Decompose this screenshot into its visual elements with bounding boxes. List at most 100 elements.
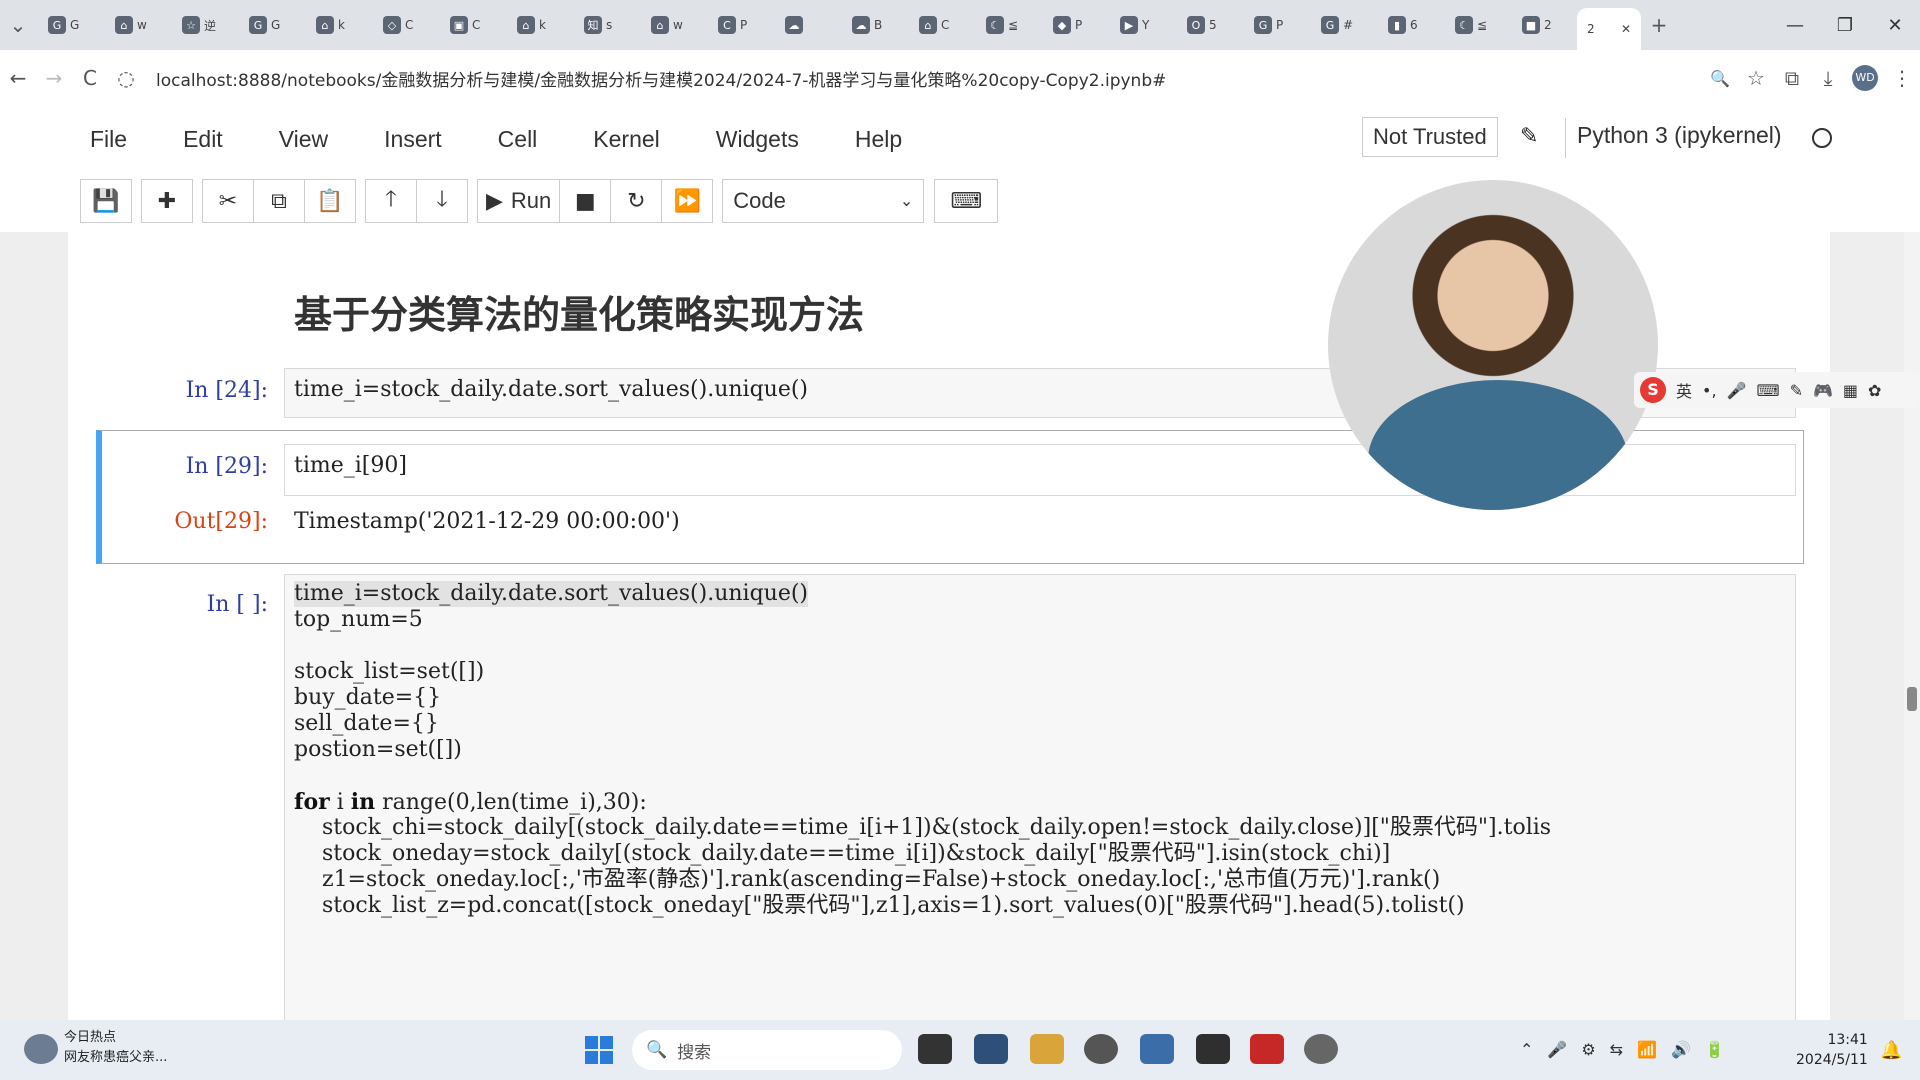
browser-tab[interactable]: ☾ ≦ bbox=[1443, 8, 1510, 42]
terminal-icon[interactable] bbox=[1196, 1034, 1230, 1064]
scrollbar-thumb[interactable] bbox=[1907, 687, 1917, 711]
browser-tab[interactable]: ◆ P bbox=[1041, 8, 1108, 42]
menu-kernel[interactable]: Kernel bbox=[593, 126, 659, 153]
cut-button[interactable]: ✂ bbox=[202, 179, 254, 223]
browser-tab[interactable]: GG bbox=[237, 8, 304, 42]
browser-tab[interactable]: GP bbox=[1242, 8, 1309, 42]
copy-button[interactable]: ⧉ bbox=[253, 179, 305, 223]
browser-tab[interactable]: CP bbox=[706, 8, 773, 42]
active-tab[interactable]: 2 ✕ bbox=[1577, 8, 1641, 50]
taskbar-search[interactable]: 🔍 搜索 bbox=[632, 1030, 902, 1070]
move-up-button[interactable]: 🡑 bbox=[365, 179, 417, 223]
browser-tab[interactable]: ☾ ≦ bbox=[974, 8, 1041, 42]
back-button[interactable]: ← bbox=[0, 66, 36, 90]
code-line: stock_chi=stock_daily[(stock_daily.date=… bbox=[294, 815, 1552, 840]
menu-insert[interactable]: Insert bbox=[384, 126, 442, 153]
profile-avatar[interactable]: WD bbox=[1852, 65, 1878, 91]
system-tray-icons[interactable]: ⌃🎤⚙⇆📶🔊🔋 bbox=[1520, 1040, 1739, 1059]
browser-tab[interactable]: ☁ B bbox=[840, 8, 907, 42]
browser-tab[interactable]: ■ 2 bbox=[1510, 8, 1577, 42]
taskview-icon[interactable] bbox=[918, 1034, 952, 1064]
browser-tab[interactable]: ▮ 6 bbox=[1376, 8, 1443, 42]
downloads-icon[interactable]: ⤓ bbox=[1810, 66, 1846, 90]
ime-tool-icon[interactable]: 🎮 bbox=[1813, 381, 1833, 400]
move-down-button[interactable]: 🡓 bbox=[416, 179, 468, 223]
zoom-icon[interactable]: 🔍 bbox=[1702, 69, 1738, 88]
forward-button[interactable]: → bbox=[36, 66, 72, 90]
browser-tab[interactable]: ▣ C bbox=[438, 8, 505, 42]
page-scrollbar[interactable] bbox=[1904, 232, 1920, 1020]
minimize-button[interactable]: — bbox=[1770, 15, 1820, 36]
browser-tab[interactable]: ☆ 逆 bbox=[170, 8, 237, 42]
run-button[interactable]: ▶ Run bbox=[477, 179, 561, 223]
explorer-icon[interactable] bbox=[974, 1034, 1008, 1064]
tab-label: ≦ bbox=[1477, 18, 1488, 32]
bookmark-star-icon[interactable]: ☆ bbox=[1738, 66, 1774, 90]
edit-notebook-icon[interactable]: ✎ bbox=[1520, 124, 1538, 149]
fast-forward-icon: ⏩ bbox=[673, 188, 701, 214]
ime-tool-icon[interactable]: ⌨ bbox=[1756, 381, 1779, 400]
menu-view[interactable]: View bbox=[279, 126, 328, 153]
browser-tab[interactable]: ⌂ C bbox=[907, 8, 974, 42]
site-info-icon[interactable]: ◌ bbox=[108, 66, 144, 90]
ime-tool-icon[interactable]: •, bbox=[1702, 381, 1717, 400]
insert-cell-button[interactable]: ✚ bbox=[141, 179, 193, 223]
new-tab-button[interactable]: + bbox=[1641, 13, 1677, 37]
browser-tab[interactable]: ☁ bbox=[773, 8, 840, 42]
maximize-button[interactable]: ❐ bbox=[1820, 15, 1870, 36]
extensions-icon[interactable]: ⧉ bbox=[1774, 66, 1810, 90]
menu-cell[interactable]: Cell bbox=[498, 126, 538, 153]
browser-tab[interactable]: G # bbox=[1309, 8, 1376, 42]
browser-menu-icon[interactable]: ⋮ bbox=[1884, 66, 1920, 90]
chrome-icon[interactable] bbox=[1084, 1034, 1118, 1064]
browser-tab[interactable]: GG bbox=[36, 8, 103, 42]
restart-button[interactable]: ↻ bbox=[610, 179, 663, 223]
close-window-button[interactable]: ✕ bbox=[1870, 15, 1920, 36]
browser-tab[interactable]: ⌂ k bbox=[505, 8, 572, 42]
cell-3-input[interactable]: time_i=stock_daily.date.sort_values().un… bbox=[284, 574, 1796, 1024]
ime-tool-icon[interactable]: ✿ bbox=[1868, 381, 1881, 400]
browser-tab[interactable]: ◇ C bbox=[371, 8, 438, 42]
tab-favicon-icon: 知 bbox=[584, 16, 602, 34]
ime-tool-icon[interactable]: ✎ bbox=[1790, 381, 1803, 400]
menu-help[interactable]: Help bbox=[855, 126, 902, 153]
wps-icon[interactable] bbox=[1250, 1034, 1284, 1064]
tab-label: G bbox=[70, 18, 80, 32]
save-button[interactable]: 💾 bbox=[80, 179, 132, 223]
tab-favicon-icon: ▣ bbox=[450, 16, 468, 34]
app-icon[interactable] bbox=[1140, 1034, 1174, 1064]
browser-tab[interactable]: O5 bbox=[1175, 8, 1242, 42]
tab-list-chevron-icon[interactable]: ⌄ bbox=[0, 13, 36, 37]
recorder-icon[interactable] bbox=[1304, 1034, 1338, 1064]
folder-icon[interactable] bbox=[1030, 1034, 1064, 1064]
ime-tool-icon[interactable]: 🎤 bbox=[1727, 381, 1747, 400]
browser-tab[interactable]: 知s bbox=[572, 8, 639, 42]
windows-start-icon[interactable] bbox=[585, 1036, 613, 1064]
url-field[interactable]: localhost:8888/notebooks/金融数据分析与建模/金融数据分… bbox=[156, 66, 1586, 91]
browser-tab[interactable]: ⌂ w bbox=[639, 8, 706, 42]
clock[interactable]: 13:41 2024/5/11 bbox=[1796, 1030, 1868, 1070]
kernel-indicator[interactable]: Python 3 (ipykernel) bbox=[1577, 122, 1782, 149]
browser-tab[interactable]: ⌂ k bbox=[304, 8, 371, 42]
trust-indicator[interactable]: Not Trusted bbox=[1362, 117, 1498, 157]
command-palette-button[interactable]: ⌨ bbox=[934, 179, 999, 223]
interrupt-button[interactable]: ■ bbox=[559, 179, 612, 223]
browser-tab[interactable]: ⌂ w bbox=[103, 8, 170, 42]
run-label: Run bbox=[510, 188, 552, 213]
ime-toolbar[interactable]: S 英 •, 🎤 ⌨ ✎ 🎮 ▦ ✿ bbox=[1634, 372, 1920, 408]
close-tab-icon[interactable]: ✕ bbox=[1621, 22, 1631, 36]
paste-button[interactable]: 📋 bbox=[304, 179, 356, 223]
menu-edit[interactable]: Edit bbox=[183, 126, 223, 153]
reload-button[interactable]: C bbox=[72, 66, 108, 90]
cell-type-select[interactable]: Code ⌄ bbox=[722, 179, 925, 223]
notification-icon[interactable]: 🔔 bbox=[1880, 1040, 1902, 1061]
ime-tool-icon[interactable]: ▦ bbox=[1843, 381, 1858, 400]
sogou-logo-icon[interactable]: S bbox=[1640, 377, 1666, 403]
menu-widgets[interactable]: Widgets bbox=[716, 126, 799, 153]
clock-date: 2024/5/11 bbox=[1796, 1052, 1868, 1068]
ime-language-toggle[interactable]: 英 bbox=[1676, 378, 1692, 402]
browser-tab[interactable]: ▶ Y bbox=[1108, 8, 1175, 42]
restart-run-all-button[interactable]: ⏩ bbox=[661, 179, 714, 223]
menu-file[interactable]: File bbox=[90, 126, 127, 153]
